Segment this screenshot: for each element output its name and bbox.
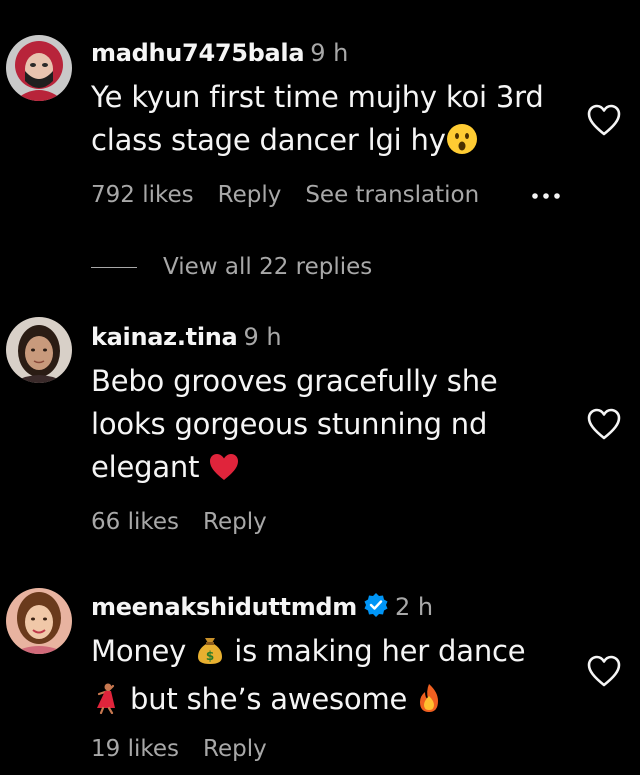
comment-item: madhu7475bala 9 h Ye kyun first time mujh… bbox=[0, 0, 640, 290]
timestamp: 9 h bbox=[243, 323, 282, 351]
see-translation-button[interactable]: See translation bbox=[305, 182, 479, 208]
comment-item: kainaz.tina 9 h Bebo grooves gracefully s… bbox=[0, 290, 640, 560]
reply-button[interactable]: Reply bbox=[203, 736, 267, 762]
comment-item: meenakshiduttmdm 2 h Money $ is making he… bbox=[0, 560, 640, 775]
comment-text-line: looks gorgeous stunning nd bbox=[91, 407, 488, 441]
reply-button[interactable]: Reply bbox=[218, 182, 282, 208]
avatar[interactable] bbox=[6, 35, 72, 101]
fire-emoji bbox=[416, 682, 442, 726]
comment-text-line: class stage dancer lgi hy bbox=[91, 123, 446, 157]
comment-header: kainaz.tina 9 h bbox=[91, 322, 282, 352]
comment-actions: 66 likes Reply bbox=[91, 507, 291, 537]
view-replies-button[interactable]: View all 22 replies bbox=[91, 252, 372, 282]
like-heart-icon[interactable] bbox=[586, 407, 622, 441]
comment-text-line: Money bbox=[91, 634, 187, 668]
comment-actions: 19 likes Reply bbox=[91, 734, 291, 764]
red-heart-emoji bbox=[208, 451, 240, 494]
likes-count[interactable]: 792 likes bbox=[91, 182, 194, 208]
reply-button[interactable]: Reply bbox=[203, 509, 267, 535]
username-link[interactable]: madhu7475bala bbox=[91, 39, 305, 67]
comment-text: Money $ is making her dance but she’s aw… bbox=[91, 630, 571, 726]
username-link[interactable]: kainaz.tina bbox=[91, 323, 238, 351]
likes-count[interactable]: 66 likes bbox=[91, 509, 179, 535]
comment-actions: 792 likes Reply See translation bbox=[91, 180, 503, 210]
view-replies-label[interactable]: View all 22 replies bbox=[163, 254, 372, 280]
username-link[interactable]: meenakshiduttmdm bbox=[91, 593, 357, 621]
comment-text-line: Ye kyun first time mujhy koi 3rd bbox=[91, 80, 544, 114]
comment-text: Ye kyun first time mujhy koi 3rd class s… bbox=[91, 76, 571, 167]
comment-text-line: Bebo grooves gracefully she bbox=[91, 364, 498, 398]
svg-text:$: $ bbox=[206, 649, 214, 663]
avatar[interactable] bbox=[6, 588, 72, 654]
comments-panel: madhu7475bala 9 h Ye kyun first time mujh… bbox=[0, 0, 640, 775]
timestamp: 9 h bbox=[310, 39, 349, 67]
comment-header: meenakshiduttmdm 2 h bbox=[91, 592, 433, 625]
dancer-emoji bbox=[91, 682, 121, 726]
comment-header: madhu7475bala 9 h bbox=[91, 38, 348, 68]
like-heart-icon[interactable] bbox=[586, 654, 622, 688]
money-bag-emoji: $ bbox=[195, 634, 225, 678]
like-heart-icon[interactable] bbox=[586, 103, 622, 137]
more-dots-icon[interactable] bbox=[530, 186, 570, 199]
astonished-face-emoji bbox=[446, 123, 478, 167]
avatar[interactable] bbox=[6, 317, 72, 383]
timestamp: 2 h bbox=[395, 593, 434, 621]
comment-text: Bebo grooves gracefully she looks gorgeo… bbox=[91, 360, 571, 494]
replies-divider bbox=[91, 267, 137, 268]
comment-text-line: elegant bbox=[91, 450, 200, 484]
comment-text-line: is making her dance bbox=[234, 634, 526, 668]
verified-badge-icon bbox=[363, 592, 389, 625]
comment-text-line: but she’s awesome bbox=[130, 682, 408, 716]
likes-count[interactable]: 19 likes bbox=[91, 736, 179, 762]
